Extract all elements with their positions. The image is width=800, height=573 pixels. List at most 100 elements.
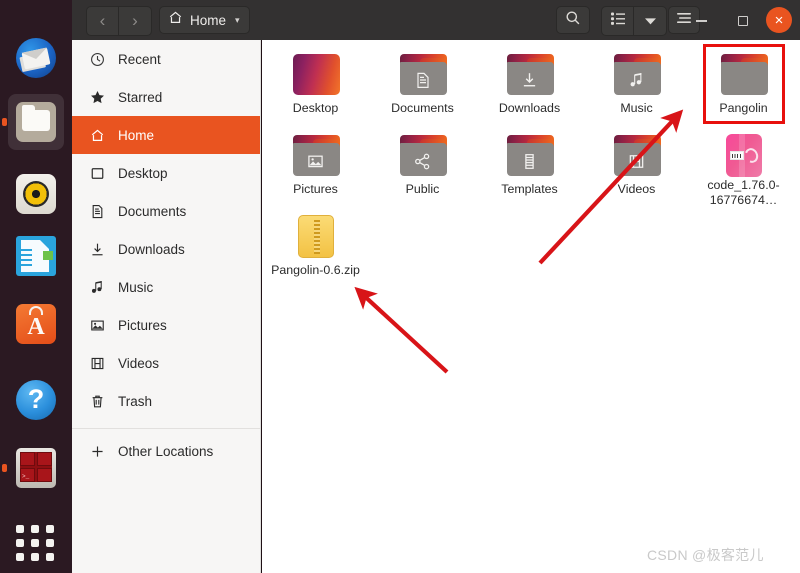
close-button[interactable]: × — [766, 7, 792, 33]
plus-icon — [89, 443, 105, 459]
sidebar-item-label: Music — [118, 279, 154, 295]
dock-item-terminal[interactable]: >_ — [2, 440, 64, 496]
sidebar-item-recent[interactable]: Recent — [72, 40, 260, 78]
dock-item-libreoffice-writer[interactable] — [8, 228, 64, 284]
list-view-button[interactable] — [602, 7, 634, 35]
files-icon — [16, 102, 56, 142]
download-emblem-icon — [520, 70, 540, 90]
sidebar-item-pictures[interactable]: Pictures — [72, 306, 260, 344]
sidebar-item-starred[interactable]: Starred — [72, 78, 260, 116]
music-note-emblem-icon — [627, 70, 647, 90]
forward-button[interactable]: › — [119, 7, 151, 35]
running-indicator-dot — [2, 118, 7, 126]
dock-item-thunderbird[interactable] — [8, 30, 64, 86]
app-grid-icon[interactable] — [16, 525, 56, 561]
file-label: code_1.76.0-16776674… — [707, 178, 780, 207]
file-item-music[interactable]: Music — [583, 48, 690, 127]
sidebar-item-label: Starred — [118, 89, 163, 105]
rhythmbox-icon — [16, 174, 56, 214]
file-item-videos[interactable]: Videos — [583, 129, 690, 208]
sidebar-item-downloads[interactable]: Downloads — [72, 230, 260, 268]
sidebar-item-desktop[interactable]: Desktop — [72, 154, 260, 192]
list-view-icon — [610, 11, 626, 31]
running-indicator-dot — [2, 464, 7, 472]
sidebar-item-trash[interactable]: Trash — [72, 382, 260, 420]
download-icon — [89, 241, 105, 257]
maximize-button[interactable] — [727, 10, 759, 32]
sidebar-item-music[interactable]: Music — [72, 268, 260, 306]
sidebar-item-label: Pictures — [118, 317, 167, 333]
breadcrumb-home-button[interactable]: Home ▾ — [159, 6, 250, 34]
terminal-icon: >_ — [16, 448, 56, 488]
close-icon: × — [774, 11, 784, 29]
file-label: Desktop — [292, 101, 339, 115]
file-item-downloads[interactable]: Downloads — [476, 48, 583, 127]
chevron-left-icon: ‹ — [99, 11, 106, 30]
sidebar-item-label: Other Locations — [118, 443, 214, 459]
places-sidebar: Recent Starred Home Desktop Documents Do… — [72, 40, 261, 573]
sidebar-item-documents[interactable]: Documents — [72, 192, 260, 230]
search-icon — [565, 10, 581, 31]
trash-icon — [89, 393, 105, 409]
folder-icon — [397, 132, 449, 178]
desktop-icon — [89, 165, 105, 181]
file-label: Videos — [617, 182, 656, 196]
view-options-button[interactable] — [634, 7, 666, 35]
film-icon — [89, 355, 105, 371]
chevron-right-icon: › — [132, 11, 138, 30]
folder-icon — [611, 51, 663, 97]
file-label: Templates — [501, 182, 558, 196]
file-item-public[interactable]: Public — [369, 129, 476, 208]
sidebar-item-home[interactable]: Home — [72, 116, 260, 154]
sidebar-item-label: Trash — [118, 393, 153, 409]
ubuntu-software-icon: A — [16, 304, 56, 344]
file-item-pictures[interactable]: Pictures — [262, 129, 369, 208]
sidebar-item-label: Recent — [118, 51, 161, 67]
help-icon: ? — [16, 380, 56, 420]
sidebar-item-label: Downloads — [118, 241, 185, 257]
file-label: Pictures — [293, 182, 338, 196]
sidebar-item-label: Videos — [118, 355, 160, 371]
breadcrumb-label: Home — [190, 12, 227, 28]
search-button[interactable] — [556, 6, 590, 34]
sidebar-item-label: Documents — [118, 203, 187, 219]
sidebar-item-other-locations[interactable]: Other Locations — [72, 432, 260, 470]
home-icon — [168, 10, 183, 30]
sidebar-item-label: Home — [118, 127, 155, 143]
music-note-icon — [89, 279, 105, 295]
thunderbird-icon — [16, 38, 56, 78]
dock-item-rhythmbox[interactable] — [8, 166, 64, 222]
screen: A ? >_ ‹ › Home ▾ × Recent Starred Home … — [0, 0, 800, 573]
film-emblem-icon — [627, 151, 647, 171]
back-button[interactable]: ‹ — [87, 7, 119, 35]
file-label: Pangolin-0.6.zip — [271, 263, 360, 277]
dock-item-firefox[interactable] — [8, 0, 64, 26]
folder-icon — [611, 132, 663, 178]
dock-item-files[interactable] — [2, 94, 64, 150]
clock-icon — [89, 51, 105, 67]
sidebar-item-label: Desktop — [118, 165, 168, 181]
share-emblem-icon — [413, 151, 433, 171]
document-emblem-icon — [413, 70, 433, 90]
image-emblem-icon — [306, 151, 326, 171]
film-emblem-icon — [520, 151, 540, 171]
star-icon — [89, 89, 105, 105]
dock-item-ubuntu-software[interactable]: A — [8, 296, 64, 352]
wallpaper-thumbnail-icon — [290, 51, 342, 97]
minimize-button[interactable] — [685, 10, 717, 32]
file-label: Public — [405, 182, 440, 196]
file-item-desktop[interactable]: Desktop — [262, 48, 369, 127]
document-icon — [89, 203, 105, 219]
nautilus-window: ‹ › Home ▾ × Recent Starred Home Desktop… — [72, 0, 800, 573]
sidebar-divider — [72, 428, 260, 429]
dock-item-help[interactable]: ? — [8, 372, 64, 428]
libreoffice-writer-icon — [16, 236, 56, 276]
file-item-code-deb[interactable]: code_1.76.0-16776674… — [690, 129, 797, 208]
file-item-documents[interactable]: Documents — [369, 48, 476, 127]
file-item-templates[interactable]: Templates — [476, 129, 583, 208]
sidebar-item-videos[interactable]: Videos — [72, 344, 260, 382]
chevron-down-icon: ▾ — [235, 14, 240, 25]
watermark-text: CSDN @极客范儿 — [647, 547, 764, 563]
file-item-pangolin-zip[interactable]: Pangolin-0.6.zip — [262, 210, 369, 289]
folder-icon — [504, 51, 556, 97]
